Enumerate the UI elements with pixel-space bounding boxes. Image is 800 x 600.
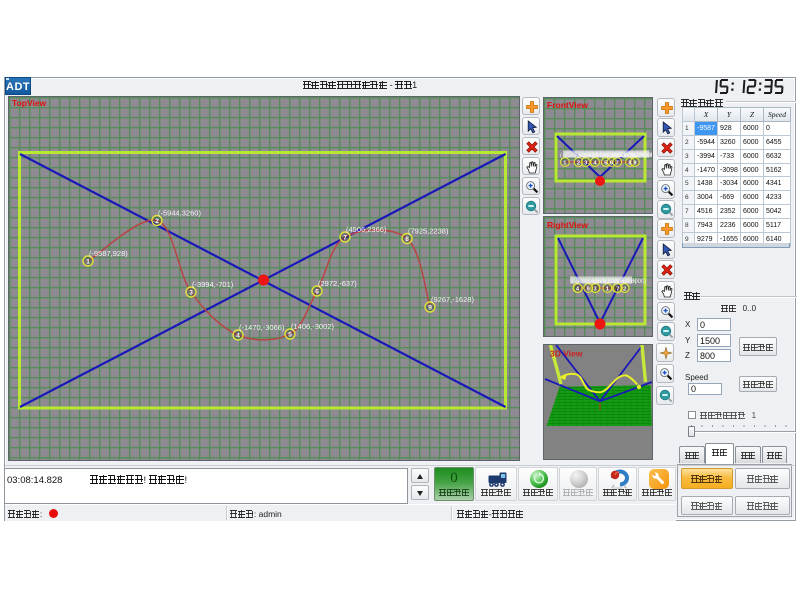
svg-text:(-1470,-3066): (-1470,-3066) xyxy=(239,323,285,332)
svg-text:(9267,-1628): (9267,-1628) xyxy=(431,295,474,304)
svg-text:(1406,-3002): (1406,-3002) xyxy=(291,322,334,331)
svg-text:3D View: 3D View xyxy=(550,349,583,359)
svg-text:(-3994,-701): (-3994,-701) xyxy=(192,280,234,289)
svg-text:1: 1 xyxy=(86,259,90,266)
svg-text:(-5944,3260): (-5944,3260) xyxy=(158,209,201,218)
svg-text:6: 6 xyxy=(315,289,319,296)
svg-text:TopView: TopView xyxy=(12,98,47,108)
svg-text:2: 2 xyxy=(577,161,580,167)
svg-text:(2972,-637): (2972,-637) xyxy=(318,279,357,288)
svg-text:(9279,6000): (9279,6000) xyxy=(630,153,652,159)
svg-text:3: 3 xyxy=(189,290,193,297)
svg-text:FrontView: FrontView xyxy=(547,100,588,110)
svg-text:RightView: RightView xyxy=(547,220,588,230)
svg-text:7: 7 xyxy=(616,287,619,293)
svg-text:9: 9 xyxy=(428,305,432,312)
svg-text:(-9587,928): (-9587,928) xyxy=(89,249,128,258)
svg-text:2: 2 xyxy=(623,287,626,293)
svg-text:7: 7 xyxy=(616,161,619,167)
svg-text:2: 2 xyxy=(155,218,159,225)
svg-text:8: 8 xyxy=(405,236,409,243)
svg-text:7: 7 xyxy=(343,235,347,242)
svg-text:(3260,6000): (3260,6000) xyxy=(614,279,646,285)
svg-text:(4506,2366): (4506,2366) xyxy=(346,225,387,234)
svg-text:(7925,2238): (7925,2238) xyxy=(408,227,449,236)
svg-text:4: 4 xyxy=(236,333,240,340)
svg-text:5: 5 xyxy=(288,332,292,339)
